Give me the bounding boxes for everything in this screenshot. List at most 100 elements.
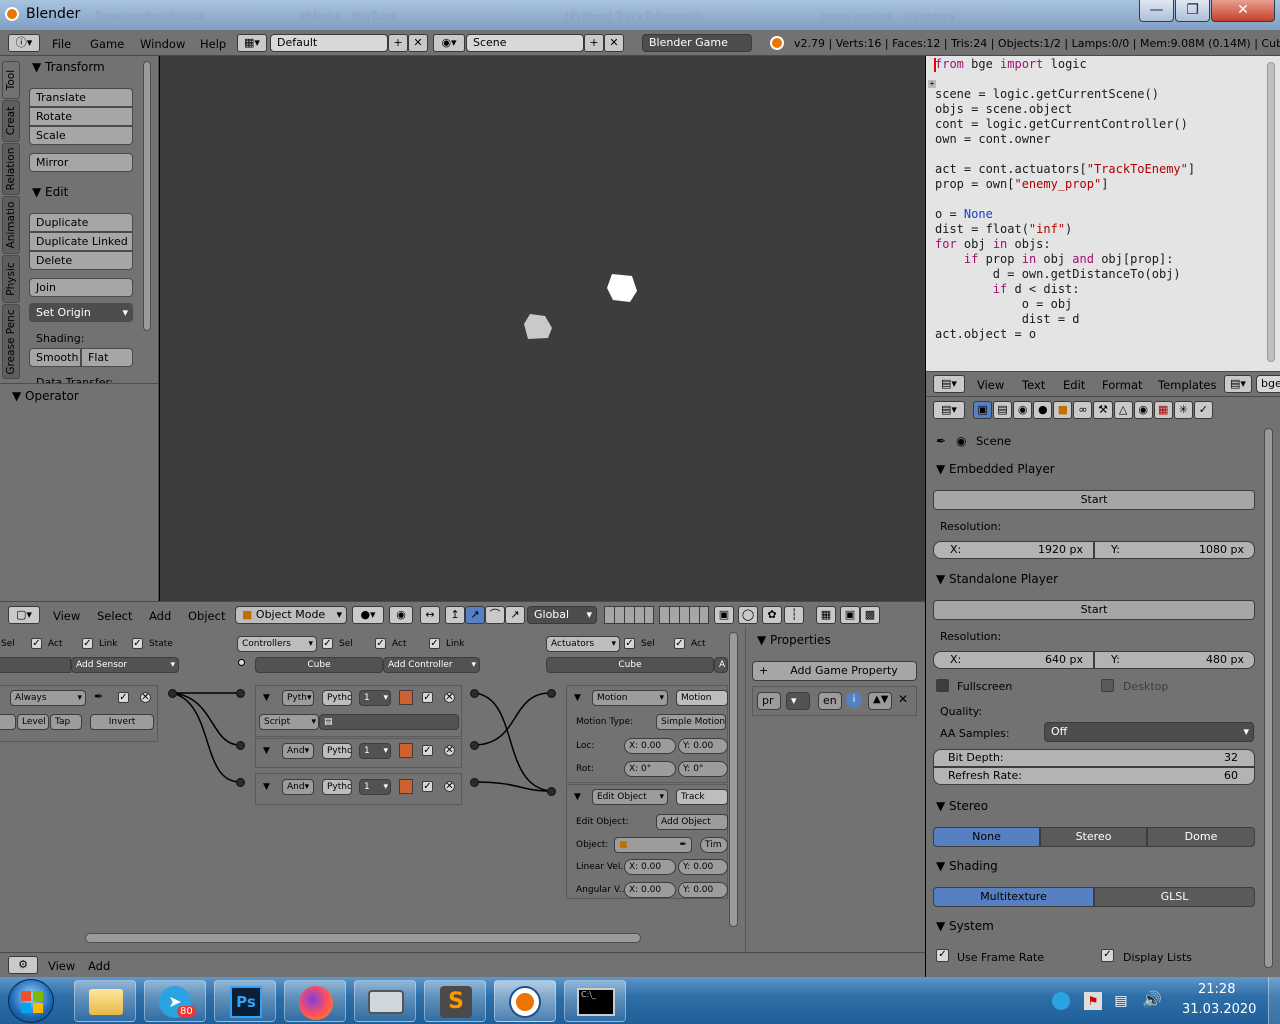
move-property-icon[interactable]: ▲▼	[868, 692, 892, 710]
controller-input-socket[interactable]	[236, 689, 245, 698]
bookmark-icon[interactable]	[399, 779, 413, 794]
object-tab-icon[interactable]: ■	[1053, 401, 1073, 419]
duplicate-button[interactable]: Duplicate	[29, 213, 133, 232]
menu-text[interactable]: Text	[1022, 378, 1045, 392]
tab-physics[interactable]: Physic	[2, 255, 20, 303]
edit-object-select[interactable]: Add Object	[656, 814, 728, 830]
actuator-type-select[interactable]: Edit Object ▾	[592, 789, 668, 805]
camera-taskbar-button[interactable]	[354, 980, 416, 1022]
actuator-name-field[interactable]: Track	[676, 789, 728, 805]
collapse-icon[interactable]: ▼	[263, 693, 270, 703]
telegram-tray-icon[interactable]	[1052, 992, 1070, 1010]
scene-field[interactable]: Scene	[466, 34, 584, 52]
remove-layout-icon[interactable]: ✕	[408, 34, 428, 52]
controller-remove-icon[interactable]: ✕	[444, 692, 455, 703]
controller-active-checkbox[interactable]: ✓	[422, 692, 433, 703]
remove-property-icon[interactable]: ✕	[898, 692, 908, 706]
controller-object-field[interactable]: Cube	[255, 657, 383, 673]
editor-type-text-icon[interactable]: ▤▾	[933, 375, 965, 393]
render-icon[interactable]: ▣	[840, 606, 860, 624]
actuators-select[interactable]: Actuators ▾	[546, 636, 620, 652]
stereo-none-option[interactable]: None	[933, 827, 1040, 847]
menu-view[interactable]: View	[48, 959, 75, 973]
logic-horizontal-scrollbar[interactable]	[85, 933, 641, 943]
collapse-icon[interactable]: ▼	[263, 782, 270, 792]
system-header[interactable]: ▼ System	[936, 919, 994, 933]
info-icon[interactable]: i	[846, 692, 862, 708]
menu-game[interactable]: Game	[90, 37, 124, 51]
standalone-res-x-field[interactable]: X: 640 px	[933, 651, 1094, 669]
standalone-player-header[interactable]: ▼ Standalone Player	[936, 572, 1058, 586]
delete-button[interactable]: Delete	[29, 251, 133, 270]
shading-mode-icon[interactable]: ●▾	[352, 606, 384, 624]
tab-relations[interactable]: Relation	[2, 143, 20, 195]
snap-icon[interactable]: ✿	[762, 606, 782, 624]
actuator-input-socket[interactable]	[547, 787, 556, 796]
orientation-select[interactable]: Global ▾	[527, 606, 597, 624]
edit-panel-header[interactable]: ▼ Edit	[32, 185, 68, 199]
photoshop-taskbar-button[interactable]: Ps	[214, 980, 276, 1022]
controller-name-field[interactable]: Pytho	[322, 779, 352, 795]
telegram-taskbar-button[interactable]: ➤ 80	[144, 980, 206, 1022]
rotate-manipulator-icon[interactable]: ↗	[465, 606, 485, 624]
sublime-taskbar-button[interactable]: S	[424, 980, 486, 1022]
code-line[interactable]: dist = float("inf")	[935, 222, 1072, 236]
actuator-input-socket[interactable]	[547, 689, 556, 698]
controller-input-socket[interactable]	[236, 741, 245, 750]
controller-output-socket[interactable]	[470, 689, 479, 698]
layers-group-1[interactable]	[604, 606, 654, 624]
controller-name-field[interactable]: Pytho	[322, 743, 352, 759]
explorer-taskbar-button[interactable]	[74, 980, 136, 1022]
tab-create[interactable]: Creat	[2, 100, 20, 142]
loc-x-field[interactable]: X: 0.00	[624, 738, 676, 754]
controller-remove-icon[interactable]: ✕	[444, 781, 455, 792]
linvel-y-field[interactable]: Y: 0.00	[678, 859, 728, 875]
controller-type-select[interactable]: Pyth▾	[282, 690, 314, 706]
actuator-type-select[interactable]: Motion ▾	[592, 690, 668, 706]
smooth-button[interactable]: Smooth	[29, 348, 81, 367]
controller-active-checkbox[interactable]: ✓	[422, 781, 433, 792]
use-frame-rate-checkbox[interactable]: ✓	[936, 949, 949, 962]
translate-button[interactable]: Translate	[29, 88, 133, 107]
controllers-select[interactable]: Controllers ▾	[237, 636, 317, 652]
linvel-x-field[interactable]: X: 0.00	[624, 859, 676, 875]
controller-state-field[interactable]: 1 ▾	[359, 779, 391, 795]
embedded-res-x-field[interactable]: X: 1920 px	[933, 541, 1094, 559]
firefox-taskbar-button[interactable]	[284, 980, 346, 1022]
blender-taskbar-button[interactable]	[494, 980, 556, 1022]
actuator-sel-checkbox[interactable]: ✓	[624, 638, 635, 649]
3d-viewport[interactable]	[160, 56, 925, 601]
code-line[interactable]: cont = logic.getCurrentController()	[935, 117, 1188, 131]
script-mode-select[interactable]: Script ▾	[259, 714, 319, 730]
bit-depth-field[interactable]: Bit Depth: 32	[933, 749, 1255, 767]
text-name-field[interactable]: bge	[1256, 375, 1280, 393]
controller-active-checkbox[interactable]: ✓	[422, 745, 433, 756]
render-engine-select[interactable]: Blender Game	[642, 34, 752, 52]
code-line[interactable]: objs = scene.object	[935, 102, 1072, 116]
network-warning-tray-icon[interactable]: ⚑	[1084, 992, 1102, 1010]
actuator-object-field[interactable]: Cube	[546, 657, 714, 673]
clock-date[interactable]: 31.03.2020	[1182, 1002, 1256, 1017]
sensor-output-socket[interactable]	[168, 689, 177, 698]
standalone-start-button[interactable]: Start	[933, 600, 1255, 620]
collapse-icon[interactable]: ▼	[574, 693, 581, 703]
collapse-icon[interactable]: ▼	[263, 746, 270, 756]
data-tab-icon[interactable]: △	[1113, 401, 1133, 419]
stereo-dome-option[interactable]: Dome	[1147, 827, 1255, 847]
stereo-stereo-option[interactable]: Stereo	[1040, 827, 1147, 847]
angvel-y-field[interactable]: Y: 0.00	[678, 882, 728, 898]
tab-tool[interactable]: Tool	[2, 61, 20, 99]
script-text-field[interactable]: ▤	[319, 714, 459, 730]
shading-header[interactable]: ▼ Shading	[936, 859, 998, 873]
controller-input-socket[interactable]	[236, 778, 245, 787]
time-field[interactable]: Tim	[700, 837, 728, 853]
controller-state-field[interactable]: 1 ▾	[359, 690, 391, 706]
display-lists-checkbox[interactable]: ✓	[1101, 949, 1114, 962]
property-value-field[interactable]: en	[818, 692, 842, 710]
controller-type-select[interactable]: And▾	[282, 779, 314, 795]
pivot-icon[interactable]: ◉	[389, 606, 413, 624]
minimize-button[interactable]: —	[1139, 0, 1174, 22]
code-line[interactable]: if d < dist:	[935, 282, 1080, 296]
add-scene-icon[interactable]: +	[584, 34, 604, 52]
logic-vertical-scrollbar[interactable]	[729, 632, 738, 927]
